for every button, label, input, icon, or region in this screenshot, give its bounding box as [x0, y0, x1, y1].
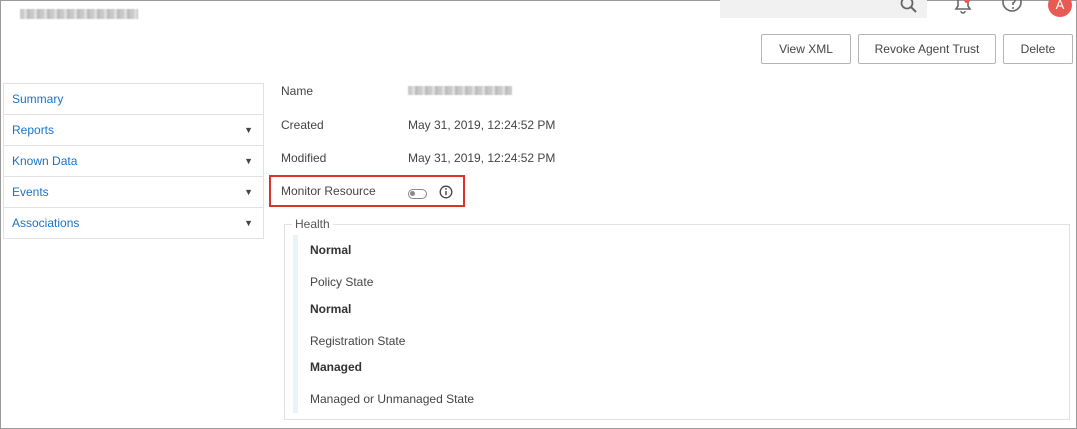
health-panel	[284, 224, 1070, 420]
sidebar-item-label: Events	[12, 185, 49, 199]
sidebar-item-known-data[interactable]: Known Data ▼	[4, 146, 263, 177]
search-icon[interactable]	[900, 0, 918, 14]
revoke-agent-trust-button[interactable]: Revoke Agent Trust	[858, 34, 996, 64]
sidebar-nav: Summary Reports ▼ Known Data ▼ Events ▼ …	[3, 83, 264, 239]
created-label: Created	[281, 118, 324, 132]
blurred-name-value	[408, 86, 512, 95]
modified-label: Modified	[281, 151, 327, 165]
sidebar-item-events[interactable]: Events ▼	[4, 177, 263, 208]
sidebar-item-associations[interactable]: Associations ▼	[4, 208, 263, 239]
sidebar-item-label: Known Data	[12, 154, 78, 168]
help-circle-icon[interactable]	[1001, 0, 1023, 16]
search-bar[interactable]	[720, 0, 927, 18]
sidebar-item-label: Associations	[12, 216, 80, 230]
sidebar-item-label: Summary	[12, 92, 64, 106]
sidebar-item-label: Reports	[12, 123, 55, 137]
caret-down-icon[interactable]: ▼	[244, 125, 253, 135]
modified-value: May 31, 2019, 12:24:52 PM	[408, 151, 556, 165]
monitor-resource-toggle[interactable]	[408, 189, 427, 199]
managed-state-label: Managed or Unmanaged State	[310, 392, 475, 406]
health-status-value: Normal	[310, 243, 352, 257]
info-icon[interactable]	[439, 185, 453, 199]
sidebar-item-reports[interactable]: Reports ▼	[4, 115, 263, 146]
name-label: Name	[281, 84, 314, 98]
caret-down-icon[interactable]: ▼	[244, 218, 253, 228]
health-accent-bar	[293, 235, 298, 413]
registration-state-value: Managed	[310, 360, 363, 374]
sidebar-item-summary[interactable]: Summary	[4, 84, 263, 115]
monitor-resource-label: Monitor Resource	[281, 184, 376, 198]
registration-state-label: Registration State	[310, 334, 406, 348]
health-legend: Health	[292, 217, 333, 231]
view-xml-button[interactable]: View XML	[761, 34, 851, 64]
bell-alert-icon[interactable]	[953, 0, 973, 16]
policy-state-label: Policy State	[310, 275, 374, 289]
policy-state-value: Normal	[310, 302, 352, 316]
created-value: May 31, 2019, 12:24:52 PM	[408, 118, 556, 132]
caret-down-icon[interactable]: ▼	[244, 187, 253, 197]
blurred-resource-title	[20, 9, 138, 19]
delete-button[interactable]: Delete	[1003, 34, 1073, 64]
caret-down-icon[interactable]: ▼	[244, 156, 253, 166]
